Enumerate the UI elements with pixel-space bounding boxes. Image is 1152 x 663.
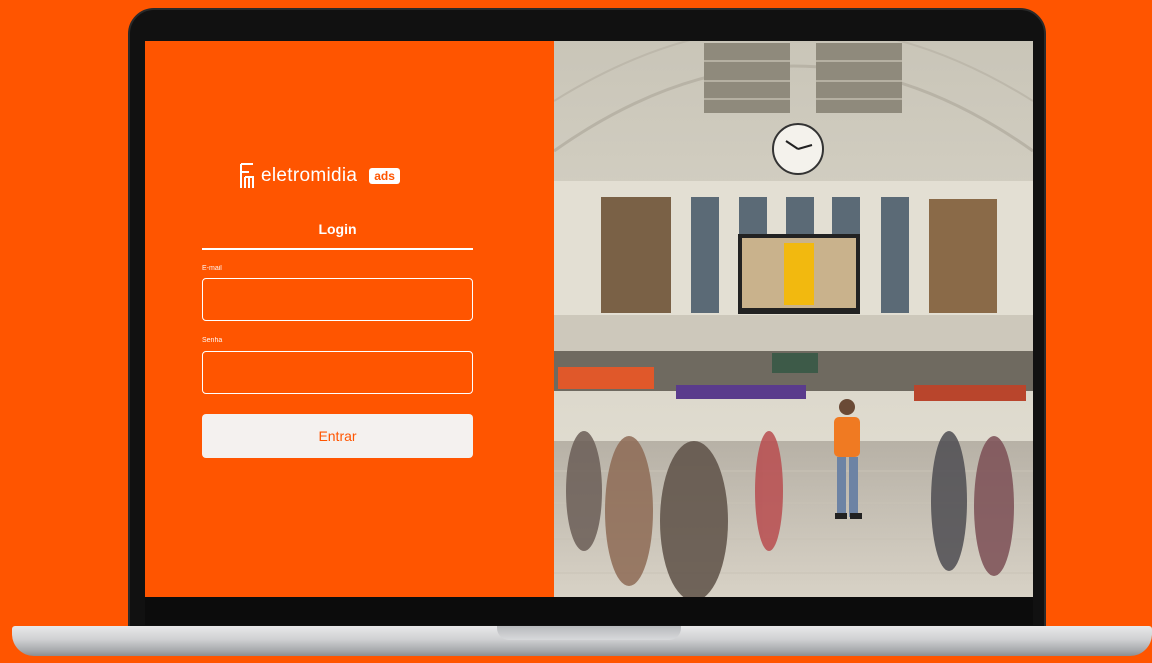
laptop-screen: eletromidia ads Login E-mail Senha Entra…	[145, 41, 1033, 597]
brand-logo: eletromidia ads	[239, 163, 400, 189]
station-photo	[554, 41, 1033, 597]
email-label: E-mail	[202, 265, 222, 272]
email-field[interactable]	[202, 278, 473, 321]
station-illustration	[554, 41, 1033, 597]
tab-underline	[202, 248, 473, 250]
brand-badge: ads	[369, 168, 400, 184]
password-label: Senha	[202, 337, 223, 344]
tab-login[interactable]: Login	[202, 221, 473, 237]
submit-button[interactable]: Entrar	[202, 414, 473, 458]
screen-bezel	[145, 597, 1033, 625]
laptop-notch	[497, 626, 681, 640]
eletromidia-logo-icon	[240, 163, 254, 188]
password-field[interactable]	[202, 351, 473, 394]
login-panel: eletromidia ads Login E-mail Senha Entra…	[145, 41, 554, 597]
brand-name: eletromidia	[261, 165, 358, 186]
